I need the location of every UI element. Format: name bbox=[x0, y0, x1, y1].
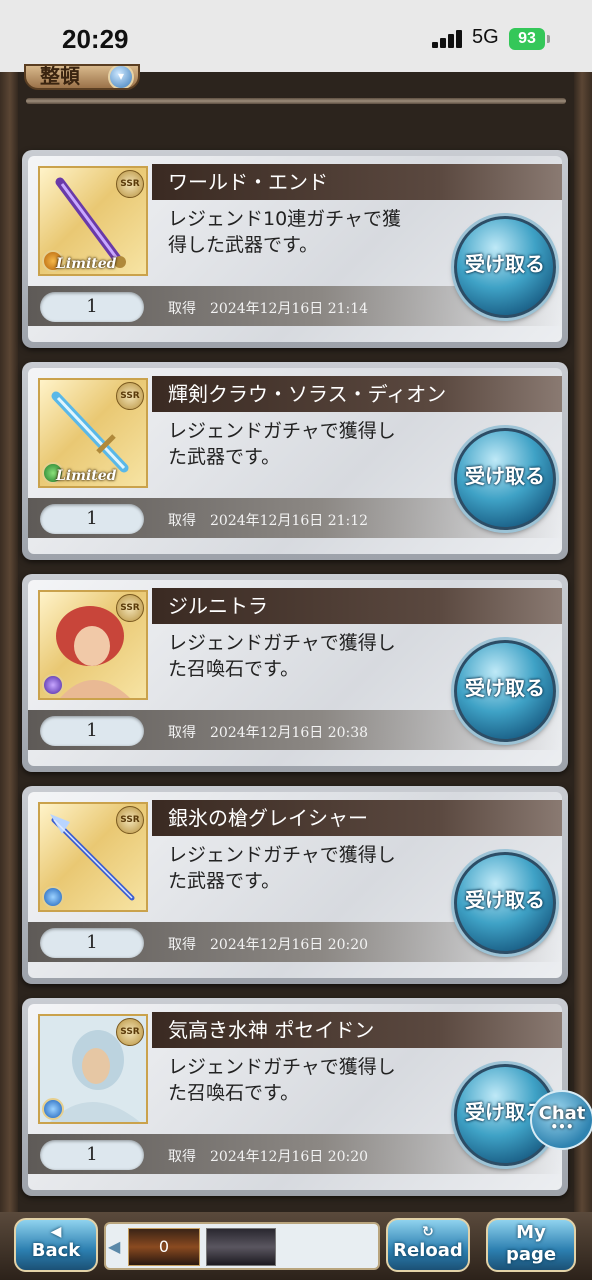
acquired-info: 取得 2024年12月16日 20:20 bbox=[168, 1146, 368, 1166]
mypage-button[interactable]: My page bbox=[486, 1218, 576, 1272]
acquired-date: 2024年12月16日 20:20 bbox=[210, 1149, 369, 1165]
description-line: レジェンドガチャで獲得し bbox=[168, 1056, 396, 1078]
back-button[interactable]: ◀ Back bbox=[14, 1218, 98, 1272]
item-name: ワールド・エンド bbox=[152, 164, 562, 200]
element-icon bbox=[42, 1098, 64, 1120]
item-thumbnail: SSR bbox=[38, 590, 148, 700]
description-line: レジェンドガチャで獲得し bbox=[168, 420, 396, 442]
element-icon bbox=[42, 674, 64, 696]
chevron-down-icon: ▾ bbox=[108, 66, 134, 88]
mypage-label-line2: page bbox=[505, 1244, 557, 1265]
bottom-nav: ◀ Back ◀ 0 ↻ Reload My page bbox=[0, 1212, 592, 1280]
acquired-info: 取得 2024年12月16日 21:12 bbox=[168, 510, 368, 530]
receive-button[interactable]: 受け取る bbox=[454, 640, 556, 742]
card-body: SSR Limited ワールド・エンド レジェンド10連ガチャで獲 得した武器… bbox=[28, 156, 562, 342]
acquired-label: 取得 bbox=[168, 301, 196, 317]
acquired-info: 取得 2024年12月16日 20:38 bbox=[168, 722, 368, 742]
rarity-badge: SSR bbox=[116, 1018, 144, 1046]
quantity-pill: 1 bbox=[40, 716, 144, 746]
item-description: レジェンドガチャで獲得し た武器です。 bbox=[168, 842, 448, 894]
acquired-label: 取得 bbox=[168, 937, 196, 953]
reload-button[interactable]: ↻ Reload bbox=[386, 1218, 470, 1272]
item-thumbnail: SSR bbox=[38, 1014, 148, 1124]
sort-tab-label: 整頓 bbox=[40, 64, 80, 88]
quick-item-count: 0 bbox=[158, 1237, 170, 1256]
present-card: SSR 気高き水神 ポセイドン レジェンドガチャで獲得し た召喚石です。 1 取… bbox=[22, 998, 568, 1196]
chat-dots: ••• bbox=[550, 1120, 574, 1134]
status-bar: 20:29 5G 93 bbox=[0, 0, 592, 72]
item-name: ジルニトラ bbox=[152, 588, 562, 624]
description-line: レジェンド10連ガチャで獲 bbox=[168, 208, 401, 230]
sort-tab-button[interactable]: 整頓 ▾ bbox=[24, 64, 140, 90]
acquired-date: 2024年12月16日 21:14 bbox=[210, 301, 369, 317]
item-name: 銀氷の槍グレイシャー bbox=[152, 800, 562, 836]
receive-button[interactable]: 受け取る bbox=[454, 852, 556, 954]
quick-item-strip: ◀ 0 bbox=[104, 1222, 380, 1270]
rarity-badge: SSR bbox=[116, 806, 144, 834]
reload-label: Reload bbox=[393, 1240, 463, 1261]
card-body: SSR ジルニトラ レジェンドガチャで獲得し た召喚石です。 1 取得 2024年… bbox=[28, 580, 562, 766]
battery-icon: 93 bbox=[509, 28, 545, 50]
present-card: SSR Limited 輝剣クラウ・ソラス・ディオン レジェンドガチャで獲得し … bbox=[22, 362, 568, 560]
acquired-info: 取得 2024年12月16日 21:14 bbox=[168, 298, 368, 318]
strip-left-arrow-icon[interactable]: ◀ bbox=[108, 1234, 126, 1260]
acquired-info: 取得 2024年12月16日 20:20 bbox=[168, 934, 368, 954]
description-line: レジェンドガチャで獲得し bbox=[168, 844, 396, 866]
quantity-pill: 1 bbox=[40, 928, 144, 958]
acquired-date: 2024年12月16日 20:38 bbox=[210, 725, 369, 741]
description-line: た武器です。 bbox=[168, 446, 281, 468]
description-line: た召喚石です。 bbox=[168, 1082, 300, 1104]
description-line: た武器です。 bbox=[168, 870, 281, 892]
acquired-date: 2024年12月16日 20:20 bbox=[210, 937, 369, 953]
acquired-label: 取得 bbox=[168, 1149, 196, 1165]
signal-icon bbox=[432, 30, 464, 48]
item-name: 輝剣クラウ・ソラス・ディオン bbox=[152, 376, 562, 412]
quantity-pill: 1 bbox=[40, 1140, 144, 1170]
present-card: SSR 銀氷の槍グレイシャー レジェンドガチャで獲得し た武器です。 1 取得 2… bbox=[22, 786, 568, 984]
item-thumbnail: SSR Limited bbox=[38, 166, 148, 276]
chat-button[interactable]: Chat ••• bbox=[530, 1090, 592, 1150]
back-label: Back bbox=[31, 1240, 81, 1261]
rarity-badge: SSR bbox=[116, 170, 144, 198]
present-card: SSR Limited ワールド・エンド レジェンド10連ガチャで獲 得した武器… bbox=[22, 150, 568, 348]
limited-badge: Limited bbox=[56, 468, 117, 484]
description-line: た召喚石です。 bbox=[168, 658, 300, 680]
quantity-pill: 1 bbox=[40, 292, 144, 322]
rarity-badge: SSR bbox=[116, 382, 144, 410]
acquired-label: 取得 bbox=[168, 725, 196, 741]
item-description: レジェンドガチャで獲得し た武器です。 bbox=[168, 418, 448, 470]
item-description: レジェンド10連ガチャで獲 得した武器です。 bbox=[168, 206, 448, 258]
item-description: レジェンドガチャで獲得し た召喚石です。 bbox=[168, 630, 448, 682]
receive-button[interactable]: 受け取る bbox=[454, 216, 556, 318]
rarity-badge: SSR bbox=[116, 594, 144, 622]
back-arrow-icon: ◀ bbox=[50, 1224, 62, 1240]
item-thumbnail: SSR Limited bbox=[38, 378, 148, 488]
item-name: 気高き水神 ポセイドン bbox=[152, 1012, 562, 1048]
acquired-date: 2024年12月16日 21:12 bbox=[210, 513, 369, 529]
card-body: SSR Limited 輝剣クラウ・ソラス・ディオン レジェンドガチャで獲得し … bbox=[28, 368, 562, 554]
battery-cap bbox=[547, 35, 550, 43]
acquired-label: 取得 bbox=[168, 513, 196, 529]
card-body: SSR 銀氷の槍グレイシャー レジェンドガチャで獲得し た武器です。 1 取得 2… bbox=[28, 792, 562, 978]
element-icon bbox=[42, 886, 64, 908]
receive-button[interactable]: 受け取る bbox=[454, 428, 556, 530]
present-card: SSR ジルニトラ レジェンドガチャで獲得し た召喚石です。 1 取得 2024年… bbox=[22, 574, 568, 772]
limited-badge: Limited bbox=[56, 256, 117, 272]
network-label: 5G bbox=[472, 26, 499, 48]
reload-icon: ↻ bbox=[422, 1224, 434, 1240]
quick-item-slot[interactable]: 0 bbox=[128, 1228, 200, 1266]
description-line: 得した武器です。 bbox=[168, 234, 319, 256]
quantity-pill: 1 bbox=[40, 504, 144, 534]
card-body: SSR 気高き水神 ポセイドン レジェンドガチャで獲得し た召喚石です。 1 取… bbox=[28, 1004, 562, 1190]
divider bbox=[26, 98, 566, 104]
description-line: レジェンドガチャで獲得し bbox=[168, 632, 396, 654]
quick-item-slot[interactable] bbox=[206, 1228, 276, 1266]
status-time: 20:29 bbox=[62, 24, 129, 54]
item-thumbnail: SSR bbox=[38, 802, 148, 912]
mypage-label-line1: My bbox=[516, 1222, 546, 1243]
item-description: レジェンドガチャで獲得し た召喚石です。 bbox=[168, 1054, 448, 1106]
